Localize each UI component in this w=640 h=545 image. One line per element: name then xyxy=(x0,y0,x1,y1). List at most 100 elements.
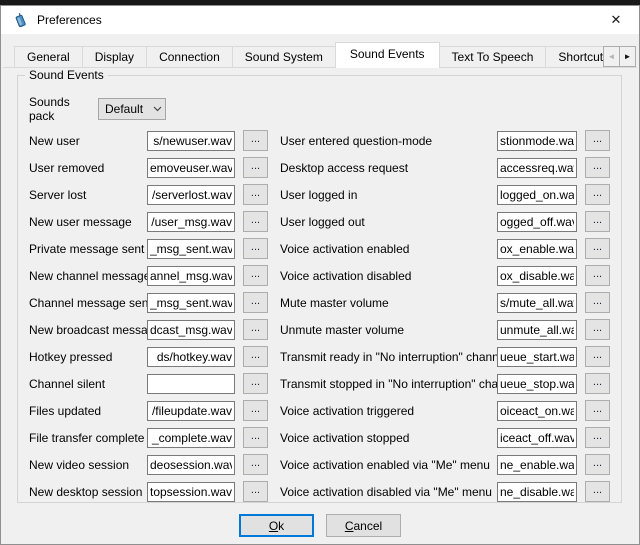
tab-shortcuts[interactable]: Shortcuts xyxy=(545,46,603,67)
sound-file-input[interactable] xyxy=(147,239,235,259)
sound-event-row: Private message sent... Voice activation … xyxy=(29,235,621,262)
tab-scroll-left-button[interactable]: ◄ xyxy=(603,46,620,67)
sounds-pack-select[interactable]: Default xyxy=(98,98,166,120)
sound-file-input[interactable] xyxy=(497,374,577,394)
browse-button[interactable]: ... xyxy=(585,481,610,502)
sound-file-input[interactable] xyxy=(497,185,577,205)
event-label: New user xyxy=(29,134,147,148)
sound-file-input[interactable] xyxy=(147,482,235,502)
browse-button[interactable]: ... xyxy=(585,211,610,232)
sound-file-input[interactable] xyxy=(147,185,235,205)
tab-text-to-speech[interactable]: Text To Speech xyxy=(439,46,547,67)
sound-file-input[interactable] xyxy=(497,293,577,313)
browse-button[interactable]: ... xyxy=(243,265,268,286)
sounds-pack-label: Sounds pack xyxy=(29,95,98,123)
tab-sound-system[interactable]: Sound System xyxy=(232,46,336,67)
tab-connection[interactable]: Connection xyxy=(146,46,233,67)
browse-button[interactable]: ... xyxy=(243,130,268,151)
sound-file-input[interactable] xyxy=(147,320,235,340)
browse-button[interactable]: ... xyxy=(243,157,268,178)
event-label: Files updated xyxy=(29,404,147,418)
sound-file-input[interactable] xyxy=(497,320,577,340)
sound-file-input[interactable] xyxy=(497,158,577,178)
sound-file-input[interactable] xyxy=(147,212,235,232)
event-label: Private message sent xyxy=(29,242,147,256)
browse-button[interactable]: ... xyxy=(243,238,268,259)
tab-sound-events[interactable]: Sound Events xyxy=(335,42,440,68)
sound-file-input[interactable] xyxy=(147,266,235,286)
event-label: Transmit stopped in "No interruption" ch… xyxy=(280,377,497,391)
sound-file-input[interactable] xyxy=(147,401,235,421)
sound-event-rows: New user...User entered question-mode...… xyxy=(29,127,621,505)
browse-button[interactable]: ... xyxy=(243,373,268,394)
tab-scroll-buttons: ◄ ► xyxy=(604,46,636,67)
ok-button[interactable]: Ok xyxy=(239,514,314,537)
event-label: Voice activation stopped xyxy=(280,431,497,445)
browse-button[interactable]: ... xyxy=(243,427,268,448)
sound-file-input[interactable] xyxy=(147,131,235,151)
event-label: Voice activation disabled via "Me" menu xyxy=(280,485,497,499)
browse-button[interactable]: ... xyxy=(585,292,610,313)
sound-file-input[interactable] xyxy=(497,455,577,475)
sound-event-row: New channel message...Voice activation d… xyxy=(29,262,621,289)
browse-button[interactable]: ... xyxy=(585,319,610,340)
tab-general[interactable]: General xyxy=(14,46,83,67)
sound-file-input[interactable] xyxy=(497,266,577,286)
event-label: Transmit ready in "No interruption" chan… xyxy=(280,350,497,364)
sound-event-row: New broadcast message...Unmute master vo… xyxy=(29,316,621,343)
browse-button[interactable]: ... xyxy=(243,319,268,340)
tab-page-sound-events: Sound Events Sounds pack Default New use… xyxy=(1,68,639,544)
close-button[interactable]: ✕ xyxy=(593,6,639,34)
browse-button[interactable]: ... xyxy=(585,454,610,475)
sound-events-groupbox: Sound Events Sounds pack Default New use… xyxy=(17,75,622,503)
cancel-button[interactable]: Cancel xyxy=(326,514,401,537)
sound-event-row: User removed...Desktop access request... xyxy=(29,154,621,181)
event-label: User logged out xyxy=(280,215,497,229)
browse-button[interactable]: ... xyxy=(585,265,610,286)
browse-button[interactable]: ... xyxy=(243,454,268,475)
sound-file-input[interactable] xyxy=(497,347,577,367)
tab-display[interactable]: Display xyxy=(82,46,147,67)
browse-button[interactable]: ... xyxy=(243,184,268,205)
sound-file-input[interactable] xyxy=(497,482,577,502)
sound-file-input[interactable] xyxy=(147,347,235,367)
dialog-buttons: Ok Cancel xyxy=(1,514,639,537)
sounds-pack-selected-value: Default xyxy=(105,102,149,116)
browse-button[interactable]: ... xyxy=(585,427,610,448)
event-label: Channel message sent xyxy=(29,296,147,310)
sound-file-input[interactable] xyxy=(497,239,577,259)
sound-file-input[interactable] xyxy=(147,374,235,394)
sound-file-input[interactable] xyxy=(147,428,235,448)
browse-button[interactable]: ... xyxy=(243,346,268,367)
browse-button[interactable]: ... xyxy=(243,400,268,421)
sound-file-input[interactable] xyxy=(147,455,235,475)
sound-event-row: Channel message sent...Mute master volum… xyxy=(29,289,621,316)
browse-button[interactable]: ... xyxy=(243,481,268,502)
browse-button[interactable]: ... xyxy=(585,346,610,367)
event-label: New desktop session xyxy=(29,485,147,499)
browse-button[interactable]: ... xyxy=(243,292,268,313)
tab-scroll-right-button[interactable]: ► xyxy=(619,46,636,67)
browse-button[interactable]: ... xyxy=(585,184,610,205)
browse-button[interactable]: ... xyxy=(585,373,610,394)
sound-file-input[interactable] xyxy=(497,401,577,421)
sounds-pack-row: Sounds pack Default xyxy=(29,98,621,120)
event-label: New video session xyxy=(29,458,147,472)
chevron-down-icon xyxy=(149,106,165,112)
event-label: Voice activation disabled xyxy=(280,269,497,283)
sound-file-input[interactable] xyxy=(497,428,577,448)
event-label: Channel silent xyxy=(29,377,147,391)
browse-button[interactable]: ... xyxy=(585,157,610,178)
event-label: Voice activation triggered xyxy=(280,404,497,418)
event-label: Voice activation enabled xyxy=(280,242,497,256)
browse-button[interactable]: ... xyxy=(585,130,610,151)
event-label: User removed xyxy=(29,161,147,175)
sound-file-input[interactable] xyxy=(497,212,577,232)
browse-button[interactable]: ... xyxy=(585,400,610,421)
sound-file-input[interactable] xyxy=(147,293,235,313)
sound-file-input[interactable] xyxy=(147,158,235,178)
sound-file-input[interactable] xyxy=(497,131,577,151)
sound-event-row: New desktop session... Voice activation d… xyxy=(29,478,621,505)
browse-button[interactable]: ... xyxy=(243,211,268,232)
browse-button[interactable]: ... xyxy=(585,238,610,259)
